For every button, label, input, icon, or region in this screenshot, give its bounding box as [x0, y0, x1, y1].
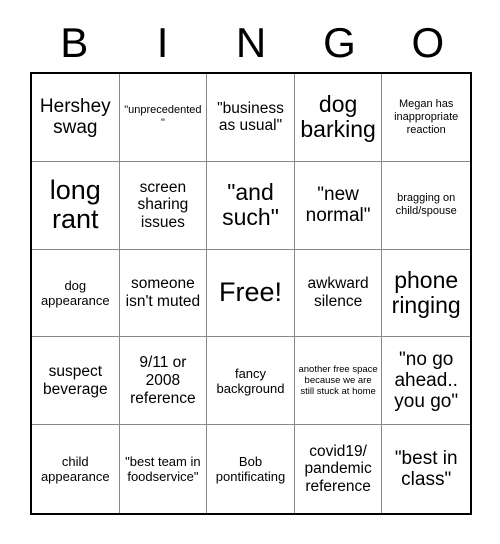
bingo-cell[interactable]: "unprecedented": [119, 74, 208, 162]
bingo-cell[interactable]: awkward silence: [294, 249, 383, 338]
bingo-cell-label: screen sharing issues: [137, 178, 189, 232]
bingo-cell[interactable]: long rant: [32, 161, 120, 250]
bingo-cell[interactable]: "and such": [207, 161, 295, 250]
bingo-cell-label: bragging on child/spouse: [395, 192, 457, 218]
bingo-cell[interactable]: child appearance: [32, 425, 120, 513]
bingo-cell-label: "unprecedented": [124, 104, 202, 130]
bingo-grid: Hershey swag "unprecedented" "business as …: [30, 72, 472, 515]
bingo-cell[interactable]: another free space because we are still …: [294, 337, 383, 426]
bingo-cell[interactable]: "best in class": [382, 425, 470, 513]
bingo-cell-label: long rant: [49, 175, 101, 235]
bingo-cell-label: Hershey swag: [39, 96, 111, 139]
bingo-cell-label: child appearance: [40, 454, 110, 485]
bingo-header-letter: O: [411, 19, 445, 66]
bingo-cell[interactable]: bragging on child/spouse: [382, 161, 470, 250]
bingo-cell-label: "best in class": [394, 447, 458, 491]
bingo-cell-label: "new normal": [305, 183, 371, 227]
bingo-cell[interactable]: "new normal": [294, 161, 383, 250]
bingo-cell-label: "best team in foodservice": [125, 454, 201, 485]
bingo-cell[interactable]: dog barking: [294, 74, 383, 162]
bingo-cell[interactable]: dog appearance: [32, 249, 120, 338]
bingo-cell-label: 9/11 or 2008 reference: [130, 354, 196, 407]
bingo-cell-label: dog barking: [300, 91, 376, 143]
bingo-cell-label: "no go ahead.. you go": [394, 348, 459, 413]
bingo-cell-label: Megan has inappropriate reaction: [394, 97, 459, 136]
bingo-cell[interactable]: "best team in foodservice": [119, 425, 208, 513]
bingo-header: BINGO: [30, 16, 472, 70]
bingo-cell-label: "and such": [222, 178, 279, 231]
bingo-cell-label: suspect beverage: [42, 363, 108, 398]
bingo-cell[interactable]: Hershey swag: [32, 74, 120, 162]
bingo-cell-label: dog appearance: [40, 277, 110, 308]
bingo-cell[interactable]: 9/11 or 2008 reference: [119, 337, 208, 426]
bingo-cell-label: awkward silence: [307, 275, 369, 310]
bingo-cell-label: phone ringing: [391, 266, 461, 318]
bingo-free-space-cell[interactable]: Free!: [207, 249, 295, 338]
bingo-card: B I N G O Hershey swag "unprecedented" "busine…: [0, 0, 500, 544]
bingo-header-letter: B: [60, 19, 89, 66]
bingo-cell[interactable]: "business as usual": [207, 74, 295, 162]
bingo-cell-label: Free!: [218, 277, 282, 308]
bingo-cell[interactable]: Megan has inappropriate reaction: [382, 74, 470, 162]
bingo-cell[interactable]: fancy background: [207, 337, 295, 426]
bingo-cell-label: someone isn't muted: [125, 275, 201, 310]
bingo-cell[interactable]: "no go ahead.. you go": [382, 337, 470, 426]
bingo-header-letter: I: [156, 19, 169, 66]
bingo-cell[interactable]: screen sharing issues: [119, 161, 208, 250]
bingo-cell-label: another free space because we are still …: [298, 363, 378, 398]
bingo-cell[interactable]: someone isn't muted: [119, 249, 208, 338]
bingo-cell-label: fancy background: [216, 365, 285, 396]
bingo-cell-label: covid19/ pandemic reference: [304, 442, 372, 495]
bingo-header-letter: G: [323, 19, 356, 66]
bingo-cell-label: Bob pontificating: [215, 454, 286, 485]
bingo-cell[interactable]: covid19/ pandemic reference: [294, 425, 383, 513]
bingo-header-letter: N: [235, 19, 267, 66]
bingo-cell[interactable]: Bob pontificating: [207, 425, 295, 513]
bingo-cell[interactable]: phone ringing: [382, 249, 470, 338]
bingo-cell-label: "business as usual": [217, 99, 284, 135]
bingo-cell[interactable]: suspect beverage: [32, 337, 120, 426]
